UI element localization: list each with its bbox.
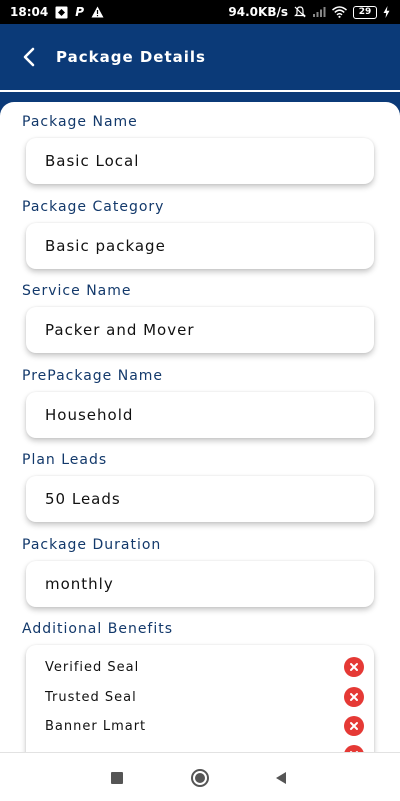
wifi-icon: [332, 6, 347, 18]
app-bar: Package Details: [0, 24, 400, 90]
triangle-left-icon: [276, 772, 286, 784]
benefit-label: Verified Seal: [45, 659, 140, 675]
network-speed: 94.0KB/s: [228, 5, 288, 19]
package-duration-field: monthly: [26, 561, 374, 607]
benefit-item: Verified Seal: [26, 655, 374, 679]
square-icon: [111, 772, 123, 784]
remove-benefit-button[interactable]: [344, 687, 364, 707]
back-button[interactable]: [14, 42, 44, 72]
charging-icon: [383, 6, 390, 18]
service-name-label: Service Name: [22, 283, 132, 299]
benefits-list: Verified Seal Trusted Seal Banner Lmart: [26, 645, 374, 752]
package-name-field: Basic Local: [26, 138, 374, 184]
close-icon: [350, 663, 358, 671]
benefit-item: Trusted Seal: [26, 685, 374, 709]
battery-icon: 29: [353, 5, 377, 19]
status-bar: 18:04 P 94.0KB/s 29: [0, 0, 400, 24]
circle-icon: [191, 769, 209, 787]
benefit-item: Banner Lmart: [26, 714, 374, 738]
plan-leads-field: 50 Leads: [26, 476, 374, 522]
close-icon: [350, 693, 358, 701]
chevron-left-icon: [22, 47, 36, 67]
package-category-field: Basic package: [26, 223, 374, 269]
mute-icon: [294, 6, 306, 18]
warning-icon: [91, 6, 104, 18]
status-time: 18:04: [10, 5, 49, 19]
benefit-label: Trusted Seal: [45, 689, 137, 705]
app-notification-icon: [55, 6, 68, 19]
service-name-field: Packer and Mover: [26, 307, 374, 353]
close-icon: [350, 722, 358, 730]
remove-benefit-button[interactable]: [344, 657, 364, 677]
benefit-item: [26, 743, 374, 752]
plan-leads-label: Plan Leads: [22, 452, 108, 468]
package-name-label: Package Name: [22, 114, 138, 130]
prepackage-name-label: PrePackage Name: [22, 368, 164, 384]
remove-benefit-button[interactable]: [344, 745, 364, 752]
home-button[interactable]: [189, 767, 211, 789]
battery-level: 29: [358, 6, 372, 17]
parking-icon: P: [75, 5, 84, 19]
additional-benefits-label: Additional Benefits: [22, 621, 174, 637]
header-divider: [0, 90, 400, 92]
package-category-label: Package Category: [22, 199, 165, 215]
page-title: Package Details: [56, 48, 206, 66]
signal-icon: [312, 6, 326, 18]
benefit-label: Banner Lmart: [45, 718, 147, 734]
recent-apps-button[interactable]: [106, 767, 128, 789]
package-duration-label: Package Duration: [22, 537, 162, 553]
system-nav-bar: [0, 752, 400, 801]
prepackage-name-field: Household: [26, 392, 374, 438]
package-details-content[interactable]: Package Name Basic Local Package Categor…: [0, 102, 400, 752]
system-back-button[interactable]: [270, 767, 292, 789]
remove-benefit-button[interactable]: [344, 716, 364, 736]
